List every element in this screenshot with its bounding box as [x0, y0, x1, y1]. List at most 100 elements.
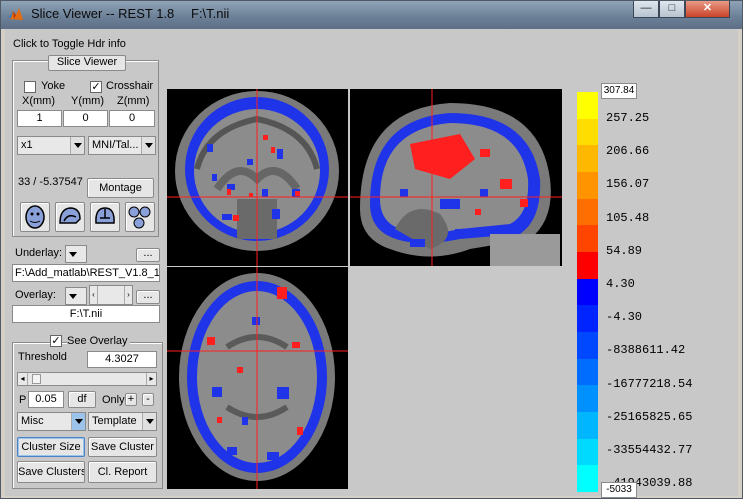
colorbar-segment: [577, 252, 598, 280]
overlay-path[interactable]: F:\T.nii: [12, 305, 160, 323]
colorbar-min-input[interactable]: -5033: [601, 482, 637, 498]
axial-slice-view[interactable]: [167, 267, 348, 489]
colorbar-segment: [577, 225, 598, 253]
x-input[interactable]: 1: [17, 110, 62, 127]
colorbar-segment: [577, 118, 598, 146]
see-overlay-checkbox[interactable]: ✓: [50, 335, 62, 347]
slice-viewer-title[interactable]: Slice Viewer: [48, 55, 126, 71]
underlay-dropdown[interactable]: [65, 245, 87, 263]
space-dropdown[interactable]: MNI/Tal...: [88, 136, 156, 155]
plus-button[interactable]: +: [125, 393, 137, 406]
coronal-slice-image: [167, 89, 348, 266]
only-label: Only: [102, 394, 125, 406]
coronal-slice-view[interactable]: [167, 89, 348, 266]
save-cluster-button[interactable]: Save Cluster: [88, 437, 157, 457]
title-bar[interactable]: Slice Viewer -- REST 1.8 F:\T.nii — □ ✕: [1, 1, 742, 29]
save-clusters-button[interactable]: Save Clusters: [17, 461, 85, 483]
threshold-input[interactable]: 4.3027: [87, 351, 157, 368]
colorbar-segment: [577, 92, 598, 120]
montage-button[interactable]: Montage: [87, 178, 154, 198]
coronal-view-button[interactable]: [90, 202, 120, 232]
colorbar-segment: [577, 412, 598, 440]
chevron-down-icon: [71, 413, 85, 430]
colorbar-max-input[interactable]: 307.84: [601, 83, 637, 99]
overlay-index-spinner[interactable]: ‹ ›: [89, 285, 133, 305]
overlay-browse-button[interactable]: ...: [136, 290, 160, 304]
cl-report-button[interactable]: Cl. Report: [88, 461, 157, 483]
colorbar-segment: [577, 278, 598, 306]
misc-dropdown[interactable]: Misc: [17, 412, 86, 431]
slider-right-arrow-icon[interactable]: ▸: [146, 373, 156, 385]
window-file: F:\T.nii: [191, 6, 230, 21]
axial-slice-image: [167, 267, 348, 489]
sagittal-slice-image: [350, 89, 562, 266]
crosshair-checkbox[interactable]: ✓: [90, 81, 102, 93]
colorbar: [577, 92, 598, 493]
maximize-button[interactable]: □: [659, 1, 685, 18]
matlab-icon: [8, 8, 23, 20]
chevron-down-icon: [141, 137, 155, 154]
colorbar-segment: [577, 332, 598, 360]
colorbar-segment: [577, 145, 598, 173]
colorbar-segment: [577, 198, 598, 226]
crosshair-label: Crosshair: [106, 80, 154, 92]
zoom-value: x1: [21, 139, 33, 151]
colorbar-tick-label: -16777218.54: [606, 376, 693, 391]
template-dropdown[interactable]: Template: [88, 412, 157, 431]
hdr-toggle-text[interactable]: Click to Toggle Hdr info: [13, 38, 126, 50]
coord-readout: 33 / -5.37547: [18, 176, 83, 188]
colorbar-segment: [577, 305, 598, 333]
df-button[interactable]: df: [68, 391, 96, 408]
chevron-down-icon: [70, 137, 84, 154]
three-view-button[interactable]: [125, 202, 155, 232]
colorbar-tick-label: 257.25: [606, 111, 650, 125]
chevron-down-icon: [66, 246, 86, 262]
z-input[interactable]: 0: [109, 110, 155, 127]
chevron-left-icon[interactable]: ‹: [90, 286, 98, 304]
yoke-label: Yoke: [41, 80, 66, 92]
colorbar-tick-label: 156.07: [606, 177, 650, 192]
slider-left-arrow-icon[interactable]: ◂: [18, 373, 28, 385]
underlay-label: Underlay:: [15, 247, 63, 259]
colorbar-tick-label: 4.30: [606, 277, 635, 291]
template-value: Template: [92, 415, 137, 427]
overlay-label: Overlay:: [15, 289, 56, 301]
yoke-checkbox[interactable]: [24, 81, 36, 93]
zoom-dropdown[interactable]: x1: [17, 136, 85, 155]
minimize-button[interactable]: —: [633, 1, 659, 18]
cluster-size-button[interactable]: Cluster Size: [17, 437, 85, 457]
colorbar-tick-label: 54.89: [606, 243, 643, 258]
overlay-dropdown[interactable]: [65, 287, 87, 305]
slider-thumb[interactable]: [32, 374, 41, 384]
chevron-right-icon[interactable]: ›: [124, 286, 132, 304]
colorbar-tick-label: -8388611.42: [606, 343, 686, 358]
window-title: Slice Viewer -- REST 1.8: [31, 6, 175, 21]
sagittal-view-button[interactable]: [55, 202, 85, 232]
threshold-label: Threshold: [18, 351, 67, 363]
colorbar-segment: [577, 385, 598, 413]
axial-brain-icon: [25, 205, 45, 229]
z-label: Z(mm): [117, 95, 150, 107]
y-label: Y(mm): [71, 95, 104, 107]
underlay-path[interactable]: F:\Add_matlab\REST_V1.8_13: [12, 264, 160, 282]
sagittal-slice-view[interactable]: [350, 89, 562, 266]
misc-value: Misc: [21, 415, 44, 427]
p-value-input[interactable]: 0.05: [28, 391, 64, 408]
close-button[interactable]: ✕: [685, 1, 730, 18]
colorbar-segment: [577, 172, 598, 200]
axial-view-button[interactable]: [20, 202, 50, 232]
figure-area: Click to Toggle Hdr info Slice Viewer Yo…: [5, 29, 738, 498]
colorbar-tick-label: -4.30: [606, 310, 643, 325]
y-input[interactable]: 0: [63, 110, 108, 127]
colorbar-tick-label: -33554432.77: [606, 443, 693, 457]
threshold-slider[interactable]: ◂ ▸: [17, 372, 157, 386]
colorbar-tick-label: -25165825.65: [606, 409, 693, 424]
coronal-brain-icon: [95, 207, 115, 224]
underlay-browse-button[interactable]: ...: [136, 248, 160, 262]
x-label: X(mm): [22, 95, 55, 107]
space-value: MNI/Tal...: [92, 139, 139, 151]
sagittal-brain-icon: [59, 207, 81, 224]
minus-button[interactable]: -: [142, 393, 154, 406]
colorbar-segment: [577, 438, 598, 466]
colorbar-tick-label: 206.66: [606, 144, 650, 159]
